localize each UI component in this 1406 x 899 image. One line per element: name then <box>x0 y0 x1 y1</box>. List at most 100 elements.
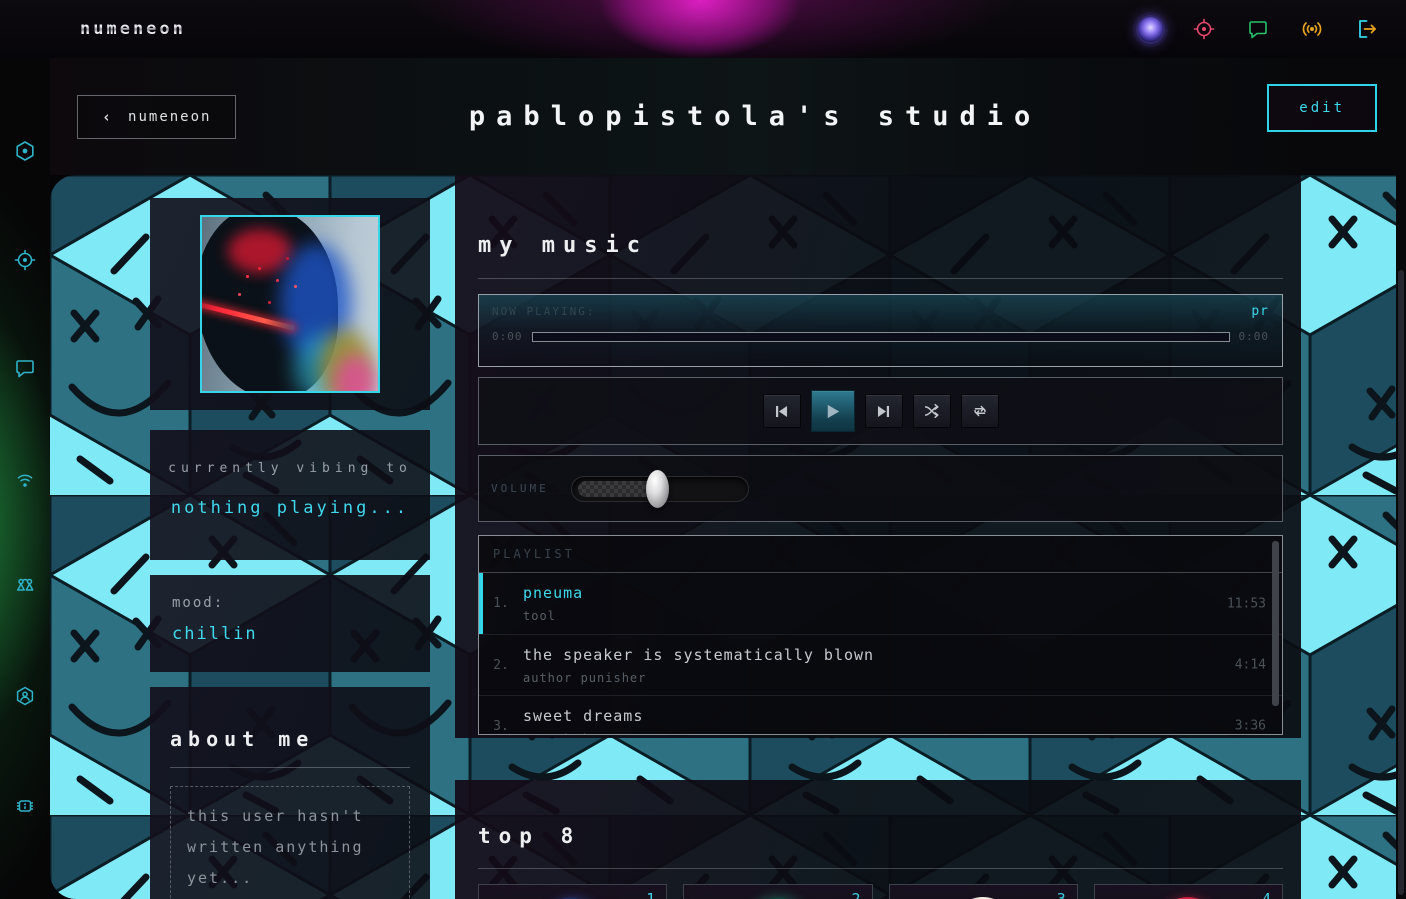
track-title: the speaker is systematically blown <box>523 646 1238 664</box>
volume-slider[interactable] <box>571 469 749 509</box>
next-icon <box>875 403 892 420</box>
content-area: ‹ numeneon pablopistola's studio edit <box>50 58 1406 899</box>
mood-label: mood: <box>172 595 408 611</box>
track-title: sweet dreams <box>523 707 1238 725</box>
playlist-row[interactable]: 1. pneuma tool 11:53 <box>479 573 1282 634</box>
shuffle-icon <box>923 402 941 420</box>
top8-card[interactable]: 4 <box>1094 884 1283 899</box>
playlist-box: PLAYLIST 1. pneuma tool 11:53 2. the spe… <box>478 535 1283 735</box>
track-meta: pneuma tool <box>523 584 1238 623</box>
avatar-red-blob <box>228 229 292 273</box>
mood-value: chillin <box>172 624 408 644</box>
rank-badge: 4 <box>1262 890 1272 899</box>
my-music-title: my music <box>478 175 1283 258</box>
playlist-row[interactable]: 3. sweet dreams eurythmics 3:36 <box>479 695 1282 735</box>
playlist-row[interactable]: 2. the speaker is systematically blown a… <box>479 634 1282 695</box>
chat-icon[interactable] <box>12 355 38 381</box>
divider <box>478 868 1283 869</box>
profile-hexagon-icon[interactable] <box>12 683 38 709</box>
previous-icon <box>773 403 790 420</box>
vibing-label: currently vibing to <box>150 461 430 476</box>
previous-track-button[interactable] <box>763 394 801 428</box>
time-elapsed: 0:00 <box>492 330 523 343</box>
target-icon[interactable] <box>12 247 38 273</box>
rank-badge: 1 <box>646 890 656 899</box>
playlist-label: PLAYLIST <box>479 536 1282 573</box>
profile-header: ‹ numeneon pablopistola's studio edit <box>50 58 1406 175</box>
main-column: my music NOW PLAYING: pr 0:00 0:00 <box>455 175 1301 899</box>
logout-icon[interactable] <box>1352 15 1380 43</box>
track-duration: 4:14 <box>1235 658 1266 673</box>
page-scrollbar-thumb[interactable] <box>1398 270 1404 895</box>
now-playing-label: NOW PLAYING: <box>492 305 595 318</box>
avatar-panel <box>150 198 430 410</box>
page-scrollbar[interactable] <box>1396 58 1406 899</box>
chevron-left-icon: ‹ <box>102 108 113 126</box>
track-meta: sweet dreams eurythmics <box>523 707 1238 736</box>
orb-icon[interactable] <box>1136 15 1164 43</box>
friends-icon[interactable] <box>12 573 38 599</box>
play-icon <box>823 402 842 421</box>
next-track-button[interactable] <box>865 394 903 428</box>
about-me-title: about me <box>170 687 410 751</box>
track-artist: eurythmics <box>523 732 1238 736</box>
avatar-image <box>200 215 380 393</box>
track-duration: 11:53 <box>1227 596 1266 611</box>
player-controls <box>478 377 1283 445</box>
avatar-specks <box>246 275 249 278</box>
chat-icon[interactable] <box>1244 15 1272 43</box>
repeat-icon <box>971 402 989 420</box>
vibing-value: nothing playing... <box>150 498 430 518</box>
playlist-scrollbar-thumb[interactable] <box>1272 541 1279 706</box>
top8-panel: top 8 1 2 3 4 <box>455 780 1301 899</box>
topbar: numeneon <box>0 0 1406 58</box>
repeat-button[interactable] <box>961 394 999 428</box>
wifi-icon[interactable] <box>12 467 38 493</box>
target-icon[interactable] <box>1190 15 1218 43</box>
time-total: 0:00 <box>1239 330 1270 343</box>
now-playing-box: NOW PLAYING: pr 0:00 0:00 <box>478 294 1283 367</box>
track-artist: tool <box>523 609 1238 623</box>
mood-panel: mood: chillin <box>150 575 430 672</box>
rank-badge: 2 <box>851 890 861 899</box>
broadcast-icon[interactable] <box>1298 15 1326 43</box>
track-title: pneuma <box>523 584 1238 602</box>
profile-column: currently vibing to nothing playing... m… <box>150 198 430 899</box>
about-me-panel: about me this user hasn't written anythi… <box>150 687 430 899</box>
hexagon-dot-icon[interactable] <box>12 138 38 164</box>
volume-label: VOLUME <box>491 482 559 495</box>
divider <box>170 767 410 768</box>
top8-title: top 8 <box>478 780 1283 848</box>
chip-info-icon[interactable] <box>12 793 38 819</box>
my-music-panel: my music NOW PLAYING: pr 0:00 0:00 <box>455 175 1301 738</box>
volume-knob[interactable] <box>646 470 669 508</box>
top8-card[interactable]: 1 <box>478 884 667 899</box>
back-button[interactable]: ‹ numeneon <box>77 95 236 139</box>
track-number: 2. <box>479 658 523 673</box>
now-vibing-panel: currently vibing to nothing playing... <box>150 430 430 560</box>
app-logo: numeneon <box>80 19 186 39</box>
edit-button[interactable]: edit <box>1267 84 1377 132</box>
shuffle-button[interactable] <box>913 394 951 428</box>
top8-card[interactable]: 3 <box>889 884 1078 899</box>
top8-card[interactable]: 2 <box>683 884 872 899</box>
track-number: 3. <box>479 719 523 734</box>
top8-cards: 1 2 3 4 <box>478 884 1283 899</box>
play-button[interactable] <box>811 390 855 432</box>
volume-box: VOLUME <box>478 455 1283 522</box>
track-artist: author punisher <box>523 671 1238 685</box>
topbar-actions <box>1136 15 1380 43</box>
progress-bar[interactable] <box>532 332 1230 342</box>
sidebar <box>0 58 50 899</box>
playlist-scrollbar[interactable] <box>1272 541 1279 729</box>
page-title: pablopistola's studio <box>469 101 1041 132</box>
divider <box>478 278 1283 279</box>
track-meta: the speaker is systematically blown auth… <box>523 646 1238 685</box>
back-label: numeneon <box>128 109 211 125</box>
orb-glow <box>1138 17 1163 42</box>
track-number: 1. <box>479 596 523 611</box>
app-window: numeneon <box>0 0 1406 899</box>
track-duration: 3:36 <box>1235 719 1266 734</box>
about-me-text: this user hasn't written anything yet... <box>170 786 410 899</box>
rank-badge: 3 <box>1057 890 1067 899</box>
